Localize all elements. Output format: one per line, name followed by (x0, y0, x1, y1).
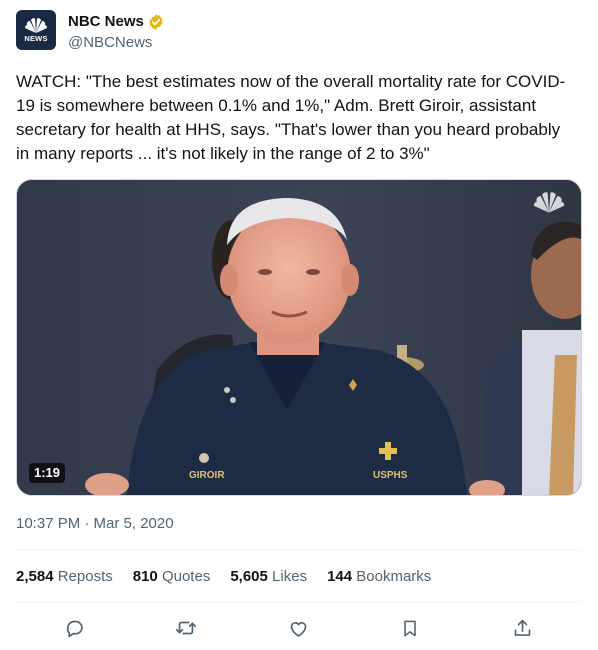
name-tag-text: GIROIR (189, 470, 225, 481)
insignia-text: USPHS (373, 470, 408, 481)
display-name[interactable]: NBC News (68, 12, 144, 32)
engagement-stats: 2,584 Reposts 810 Quotes 5,605 Likes 144… (16, 567, 451, 587)
video-duration: 1:19 (29, 463, 66, 483)
bookmark-button[interactable] (395, 613, 425, 643)
divider (16, 549, 582, 550)
share-icon (514, 619, 530, 636)
bookmark-icon (404, 620, 416, 636)
verified-badge-icon[interactable] (147, 13, 165, 31)
like-icon (290, 621, 306, 637)
share-button[interactable] (507, 613, 537, 643)
avatar[interactable]: NEWS (16, 10, 56, 50)
repost-icon (175, 621, 197, 635)
reply-button[interactable] (59, 613, 89, 643)
handle[interactable]: @NBCNews (68, 33, 165, 53)
divider (16, 602, 582, 603)
repost-button[interactable] (171, 613, 201, 643)
action-bar (0, 613, 598, 643)
tweet-timestamp[interactable]: 10:37 PM · Mar 5, 2020 (16, 514, 174, 534)
likes-stat[interactable]: 5,605 Likes (230, 567, 307, 587)
reposts-stat[interactable]: 2,584 Reposts (16, 567, 113, 587)
video-frame: GIROIR USPHS (17, 180, 581, 495)
tweet-text: WATCH: "The best estimates now of the ov… (16, 72, 566, 163)
video-player[interactable]: GIROIR USPHS 1:19 (16, 179, 582, 496)
bookmarks-stat[interactable]: 144 Bookmarks (327, 567, 431, 587)
reply-icon (66, 620, 83, 637)
like-button[interactable] (283, 613, 313, 643)
nbc-peacock-icon (533, 192, 565, 213)
avatar-label: NEWS (24, 33, 48, 43)
quotes-stat[interactable]: 810 Quotes (133, 567, 211, 587)
tweet-header: NEWS NBC News @NBCNews (16, 10, 165, 53)
nbc-peacock-icon (24, 17, 48, 33)
